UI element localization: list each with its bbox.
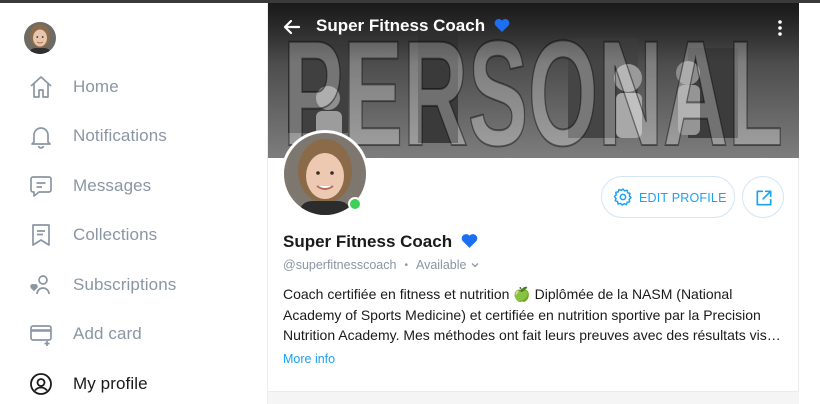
sidebar-item-label: Add card: [73, 324, 142, 343]
username-handle: @superfitnesscoach: [283, 258, 397, 272]
sidebar-item-label: Subscriptions: [73, 275, 177, 294]
sidebar-item-my-profile[interactable]: My profile: [0, 364, 260, 404]
message-icon: [27, 172, 55, 200]
bio-line: Academy of Sports Medicine) et certifiée…: [283, 306, 761, 323]
header-title-text: Super Fitness Coach: [316, 16, 486, 35]
display-name: Super Fitness Coach: [283, 232, 478, 254]
share-icon: [756, 190, 772, 206]
blue-heart-icon: [494, 18, 510, 38]
edit-profile-label: EDIT PROFILE: [639, 191, 727, 205]
separator-dot: •: [404, 259, 408, 271]
online-status-dot: [348, 197, 362, 211]
sidebar-item-add-card[interactable]: Add card: [0, 314, 260, 354]
blue-heart-icon: [461, 233, 478, 254]
display-name-text: Super Fitness Coach: [283, 232, 453, 251]
bio-line: Coach certifiée en fitness et nutrition …: [283, 286, 733, 302]
sidebar-item-label: Messages: [73, 176, 152, 195]
gear-icon: [613, 187, 633, 207]
sidebar-item-label: My profile: [73, 374, 148, 393]
home-icon: [27, 73, 55, 101]
sidebar: Home Notifications Messages Collections: [0, 3, 268, 404]
sidebar-avatar[interactable]: [24, 22, 56, 54]
more-info-link[interactable]: More info: [283, 352, 335, 366]
edit-profile-button[interactable]: EDIT PROFILE: [601, 176, 735, 218]
sidebar-item-messages[interactable]: Messages: [0, 166, 260, 206]
profile-icon: [27, 370, 55, 398]
sidebar-item-subscriptions[interactable]: Subscriptions: [0, 265, 260, 305]
section-divider: [268, 391, 799, 404]
sidebar-item-label: Collections: [73, 225, 158, 244]
sidebar-item-label: Home: [73, 77, 119, 96]
share-button[interactable]: [742, 176, 784, 218]
handle-row: @superfitnesscoach • Available: [283, 258, 480, 272]
header-title: Super Fitness Coach: [316, 16, 510, 38]
sidebar-item-notifications[interactable]: Notifications: [0, 116, 260, 156]
profile-panel: PERSONAL Super Fitness Coach EDIT PROFIL…: [267, 3, 799, 404]
bookmark-icon: [27, 221, 55, 249]
cover-image: PERSONAL Super Fitness Coach: [268, 3, 799, 158]
sidebar-item-collections[interactable]: Collections: [0, 215, 260, 255]
card-icon: [27, 320, 55, 348]
sidebar-item-home[interactable]: Home: [0, 67, 260, 107]
bio-line: Nutrition Academy. Mes méthodes ont fait…: [283, 327, 781, 343]
bell-icon: [27, 122, 55, 150]
profile-bio: Coach certifiée en fitness et nutrition …: [283, 284, 788, 346]
more-options-icon[interactable]: [775, 17, 785, 39]
availability-status[interactable]: Available: [416, 258, 467, 272]
sidebar-item-label: Notifications: [73, 126, 167, 145]
back-arrow-icon[interactable]: [280, 15, 304, 39]
chevron-down-icon[interactable]: [470, 260, 480, 270]
subscriptions-icon: [27, 271, 55, 299]
